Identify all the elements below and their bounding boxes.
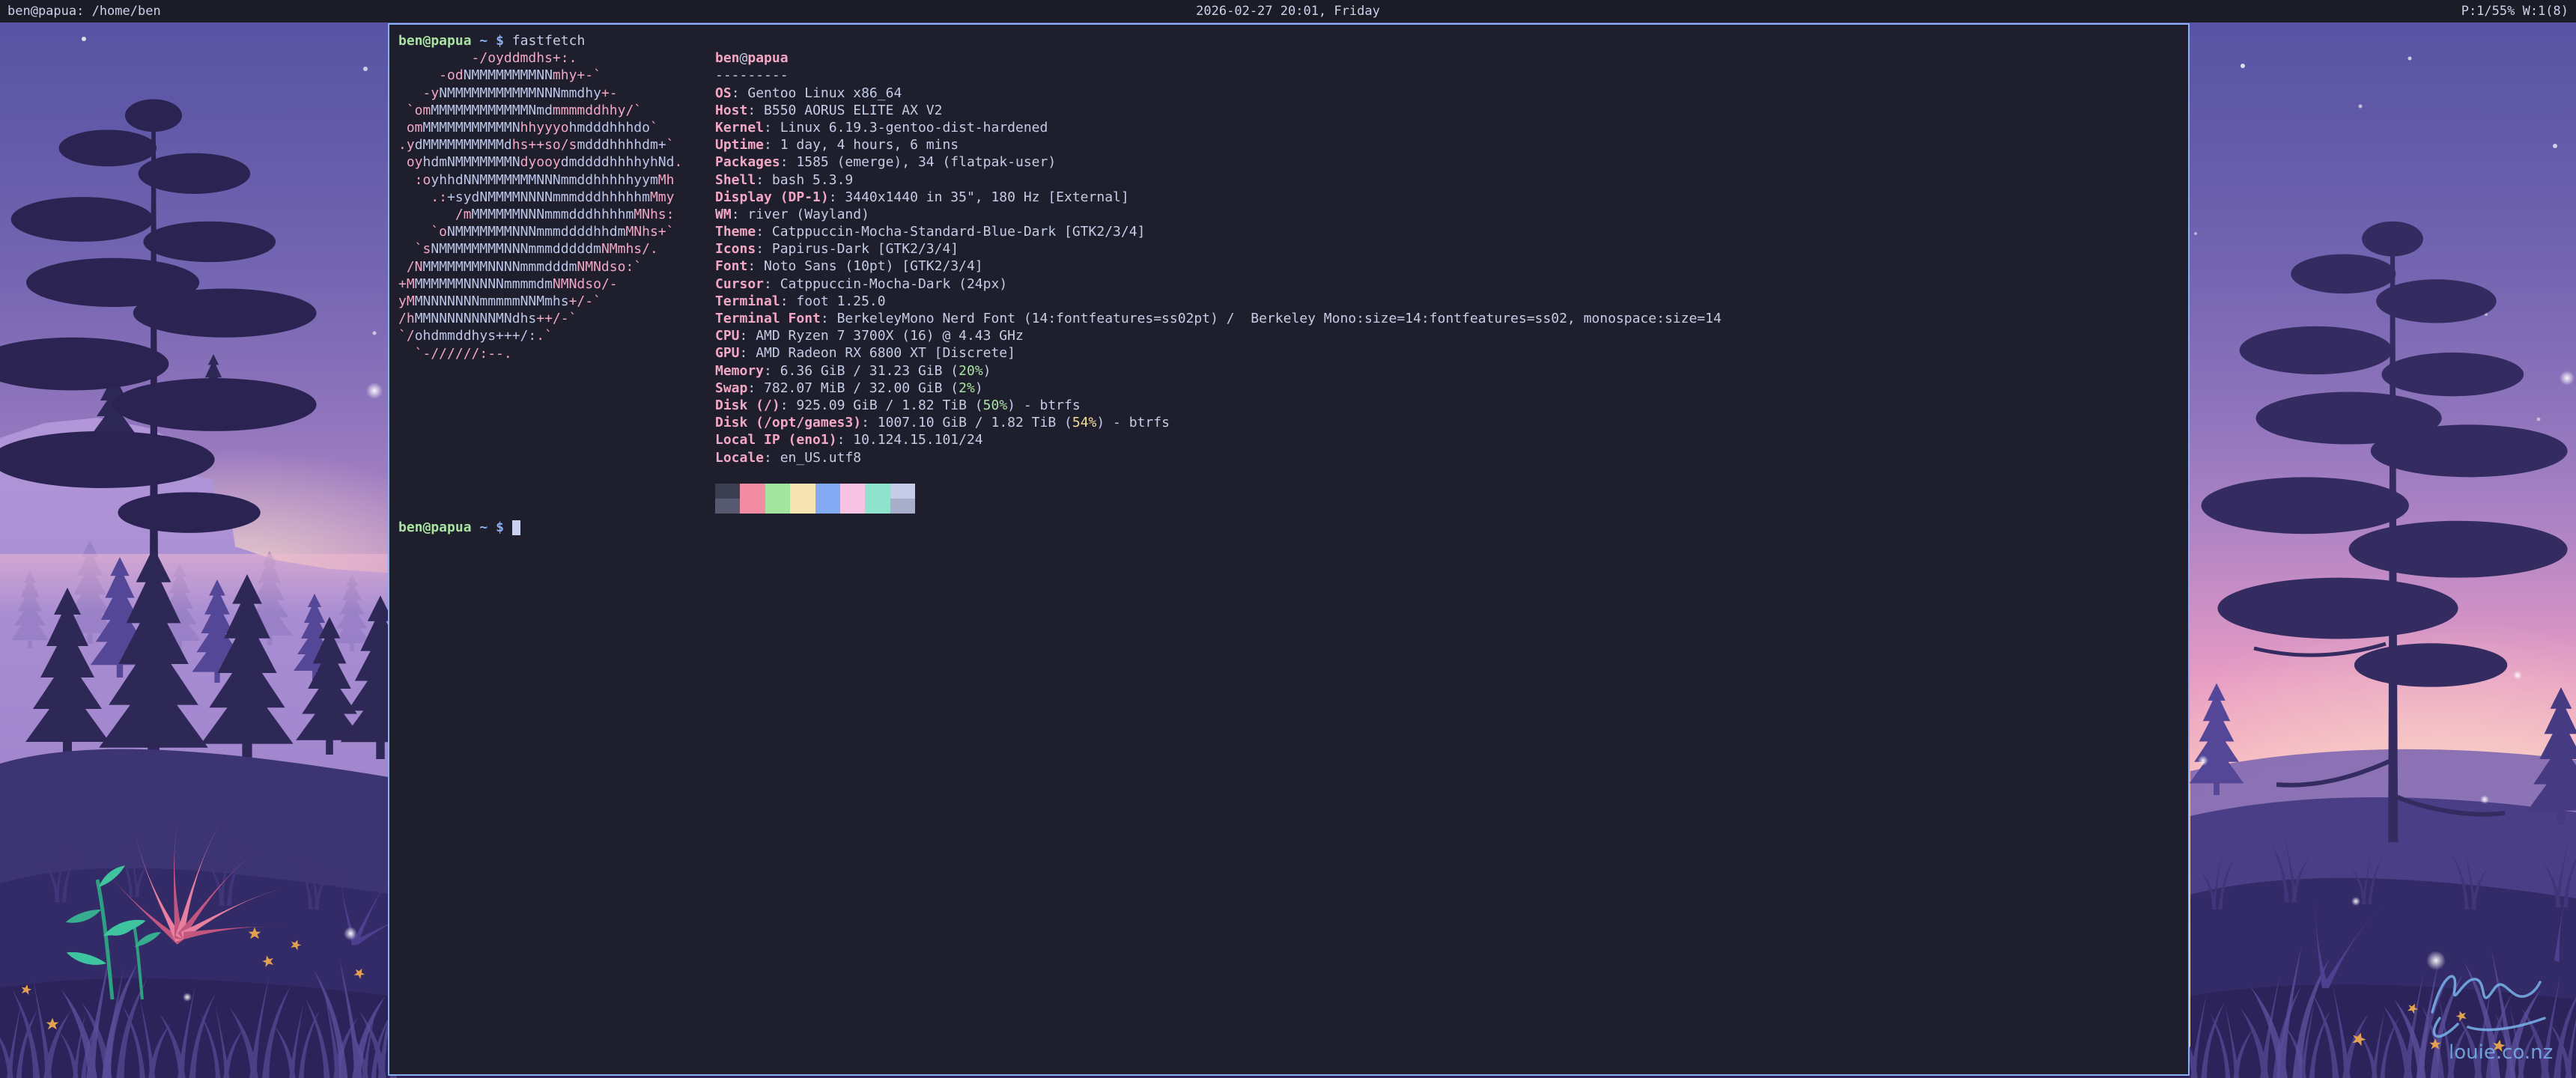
palette-swatch — [890, 499, 915, 514]
bar-clock: 2026-02-27 20:01, Friday — [0, 0, 2576, 22]
terminal-color-palette-row — [715, 484, 1722, 499]
fetch-entry: WM: river (Wayland) — [715, 206, 1722, 223]
prompt-symbol: $ — [496, 520, 504, 535]
palette-swatch — [790, 499, 815, 514]
prompt-cwd: ~ — [479, 520, 487, 535]
fetch-entry: Disk (/opt/games3): 1007.10 GiB / 1.82 T… — [715, 414, 1722, 431]
fetch-entry: Terminal: foot 1.25.0 — [715, 293, 1722, 310]
fetch-entry: Cursor: Catppuccin-Mocha-Dark (24px) — [715, 275, 1722, 293]
palette-swatch — [790, 484, 815, 499]
fetch-entry: OS: Gentoo Linux x86_64 — [715, 85, 1722, 102]
prompt-line-current: ben@papua ~ $ — [398, 519, 2179, 536]
fetch-entry: Kernel: Linux 6.19.3-gentoo-dist-hardene… — [715, 119, 1722, 136]
fetch-entry: CPU: AMD Ryzen 7 3700X (16) @ 4.43 GHz — [715, 327, 1722, 344]
palette-swatch — [815, 499, 840, 514]
palette-swatch — [740, 499, 765, 514]
prompt-user-host: ben@papua — [398, 33, 472, 49]
fastfetch-output: -/oyddmdhs+:. -odNMMMMMMMMNNmhy+-` -yNMM… — [398, 49, 2179, 518]
fastfetch-info: ben@papua---------OS: Gentoo Linux x86_6… — [715, 49, 1722, 514]
fetch-entry: Memory: 6.36 GiB / 31.23 GiB (20%) — [715, 362, 1722, 380]
fetch-entry: Host: B550 AORUS ELITE AX V2 — [715, 102, 1722, 119]
palette-swatch — [865, 484, 890, 499]
palette-swatch — [715, 499, 740, 514]
palette-swatch — [740, 484, 765, 499]
bar-workspace-indicator: P:1/55% W:1(8) — [2461, 0, 2569, 22]
fetch-entry: Packages: 1585 (emerge), 34 (flatpak-use… — [715, 153, 1722, 171]
palette-swatch — [765, 499, 790, 514]
palette-swatch — [765, 484, 790, 499]
fetch-entry: Terminal Font: BerkeleyMono Nerd Font (1… — [715, 310, 1722, 327]
terminal-window[interactable]: ben@papua ~ $ fastfetch -/oyddmdhs+:. -o… — [388, 23, 2190, 1076]
prompt-symbol: $ — [496, 33, 504, 49]
prompt-cwd: ~ — [479, 33, 487, 49]
status-bar: ben@papua: /home/ben 2026-02-27 20:01, F… — [0, 0, 2576, 22]
fetch-entry: Local IP (eno1): 10.124.15.101/24 — [715, 431, 1722, 448]
palette-swatch — [715, 484, 740, 499]
palette-swatch — [840, 484, 865, 499]
fetch-entry: Display (DP-1): 3440x1440 in 35", 180 Hz… — [715, 189, 1722, 206]
palette-swatch — [865, 499, 890, 514]
fetch-entry: GPU: AMD Radeon RX 6800 XT [Discrete] — [715, 344, 1722, 362]
fetch-entry: Locale: en_US.utf8 — [715, 449, 1722, 466]
fetch-title: ben@papua — [715, 49, 1722, 67]
fetch-entry: Shell: bash 5.3.9 — [715, 171, 1722, 189]
fetch-entry: Icons: Papirus-Dark [GTK2/3/4] — [715, 240, 1722, 258]
terminal-color-palette-row — [715, 499, 1722, 514]
blank-line — [715, 466, 1722, 484]
palette-swatch — [815, 484, 840, 499]
fetch-entry: Theme: Catppuccin-Mocha-Standard-Blue-Da… — [715, 223, 1722, 240]
fetch-entry: Uptime: 1 day, 4 hours, 6 mins — [715, 136, 1722, 153]
prompt-line: ben@papua ~ $ fastfetch — [398, 32, 2179, 49]
fastfetch-logo: -/oyddmdhs+:. -odNMMMMMMMMNNmhy+-` -yNMM… — [398, 49, 682, 362]
fetch-entry: Disk (/): 925.09 GiB / 1.82 TiB (50%) - … — [715, 397, 1722, 414]
fetch-entry: Swap: 782.07 MiB / 32.00 GiB (2%) — [715, 380, 1722, 397]
terminal-cursor — [512, 520, 520, 535]
palette-swatch — [840, 499, 865, 514]
prompt-user-host: ben@papua — [398, 520, 472, 535]
terminal-output: ben@papua ~ $ fastfetch -/oyddmdhs+:. -o… — [389, 25, 2188, 1074]
palette-swatch — [890, 484, 915, 499]
fetch-separator: --------- — [715, 67, 1722, 84]
command-text: fastfetch — [512, 33, 586, 49]
signature-text: louie.co.nz — [2449, 1041, 2553, 1064]
fetch-entry: Font: Noto Sans (10pt) [GTK2/3/4] — [715, 258, 1722, 275]
